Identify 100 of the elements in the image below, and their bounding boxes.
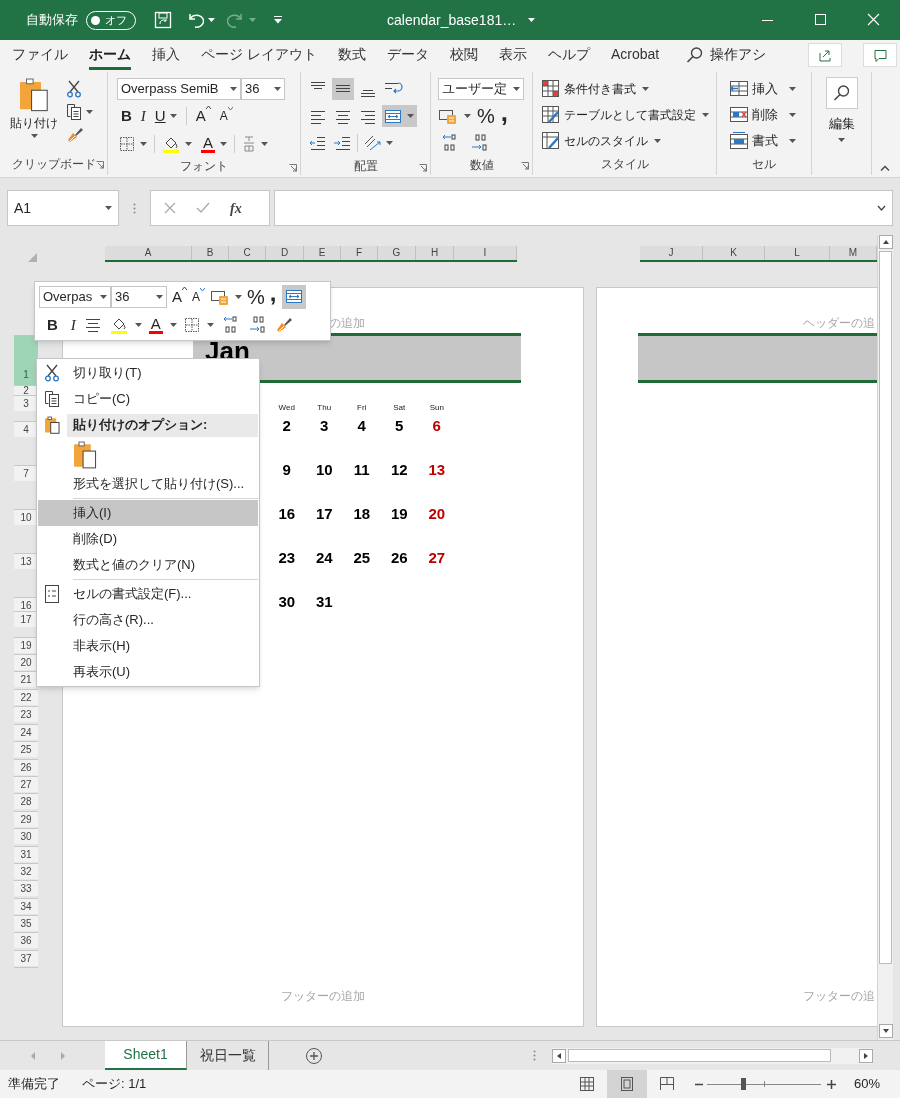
caret-icon[interactable] bbox=[156, 295, 163, 299]
row-header[interactable]: 1 bbox=[14, 335, 38, 385]
row-header[interactable]: 28 bbox=[14, 794, 38, 810]
name-box[interactable]: A1 bbox=[7, 190, 119, 226]
page-layout-view-icon[interactable] bbox=[620, 1077, 633, 1091]
caret-icon[interactable] bbox=[208, 18, 215, 22]
scroll-right-icon[interactable] bbox=[859, 1048, 873, 1063]
caret-icon[interactable] bbox=[86, 110, 93, 114]
column-header[interactable]: G bbox=[378, 246, 416, 260]
menu-item[interactable]: 再表示(U) bbox=[38, 659, 258, 685]
font-name-field[interactable]: Overpas bbox=[39, 286, 111, 308]
scroll-up-icon[interactable] bbox=[878, 235, 893, 249]
row-header[interactable]: 4 bbox=[14, 422, 38, 437]
caret-icon[interactable] bbox=[528, 18, 536, 22]
menu-item[interactable]: セルの書式設定(F)... bbox=[38, 581, 258, 607]
column-header[interactable]: J bbox=[640, 246, 703, 260]
search-icon[interactable] bbox=[686, 45, 705, 64]
caret-icon[interactable] bbox=[185, 142, 192, 146]
caret-icon[interactable] bbox=[140, 142, 147, 146]
column-header[interactable]: E bbox=[304, 246, 341, 260]
row-header[interactable]: 3 bbox=[14, 396, 38, 411]
caret-icon[interactable] bbox=[230, 87, 237, 91]
horizontal-scrollbar[interactable] bbox=[552, 1047, 873, 1064]
decrease-decimal-icon[interactable] bbox=[247, 315, 268, 335]
menu-item[interactable]: 数式と値のクリア(N) bbox=[38, 552, 258, 578]
row-header[interactable]: 20 bbox=[14, 655, 38, 670]
caret-icon[interactable] bbox=[789, 86, 796, 91]
row-header[interactable]: 21 bbox=[14, 672, 38, 687]
ribbon-tab[interactable]: 校閲 bbox=[449, 43, 478, 70]
accounting-format-icon[interactable] bbox=[438, 107, 458, 125]
caret-icon[interactable] bbox=[235, 295, 243, 299]
conditional-format-icon[interactable] bbox=[541, 78, 561, 99]
copy-icon[interactable] bbox=[66, 103, 82, 121]
cells-menu-button[interactable]: 挿入 bbox=[729, 77, 811, 100]
style-menu-button[interactable]: セルのスタイル bbox=[541, 129, 716, 152]
page-break-view-icon[interactable] bbox=[659, 1077, 674, 1091]
menu-item[interactable]: 行の高さ(R)... bbox=[38, 607, 258, 633]
ribbon-tab[interactable]: Acrobat bbox=[610, 43, 660, 70]
customize-icon[interactable] bbox=[274, 16, 282, 24]
expand-icon[interactable] bbox=[877, 205, 886, 211]
dialog-launcher-icon[interactable] bbox=[96, 161, 104, 169]
ribbon-tab[interactable]: 数式 bbox=[337, 43, 366, 70]
ribbon-tab[interactable]: ヘルプ bbox=[547, 43, 590, 70]
row-header[interactable]: 17 bbox=[14, 612, 38, 627]
insert-cells-icon[interactable] bbox=[729, 78, 749, 99]
row-header[interactable]: 35 bbox=[14, 916, 38, 932]
scissors-icon[interactable] bbox=[66, 80, 82, 98]
menu-item[interactable]: 非表示(H) bbox=[38, 633, 258, 659]
fill-color-icon[interactable] bbox=[162, 135, 180, 153]
scroll-down-icon[interactable] bbox=[878, 1024, 893, 1038]
column-header[interactable]: D bbox=[266, 246, 304, 260]
underline-button[interactable]: U bbox=[154, 104, 166, 128]
caret-icon[interactable] bbox=[407, 114, 414, 118]
paste-option-icon[interactable] bbox=[73, 440, 97, 469]
delete-cells-icon[interactable] bbox=[729, 104, 749, 125]
comment-icon[interactable] bbox=[863, 43, 898, 67]
column-header[interactable]: C bbox=[229, 246, 266, 260]
font-color-button[interactable]: A bbox=[201, 135, 215, 153]
caret-icon[interactable] bbox=[220, 142, 227, 146]
copy-icon[interactable] bbox=[44, 390, 60, 408]
sheet-tab[interactable]: Sheet1 bbox=[105, 1041, 187, 1070]
comma-style-button[interactable]: , bbox=[269, 285, 277, 309]
menu-item[interactable]: コピー(C) bbox=[38, 386, 258, 412]
column-header[interactable]: F bbox=[341, 246, 378, 260]
font-name-field[interactable]: Overpass SemiB bbox=[117, 78, 241, 100]
menu-item[interactable]: 切り取り(T) bbox=[38, 360, 258, 386]
add-sheet-icon[interactable] bbox=[305, 1046, 323, 1065]
scroll-left-icon[interactable] bbox=[552, 1048, 566, 1063]
shrink-font-button[interactable]: A bbox=[192, 288, 206, 306]
caret-up-icon[interactable] bbox=[182, 285, 187, 290]
column-header[interactable]: B bbox=[192, 246, 229, 260]
caret-up-icon[interactable] bbox=[205, 104, 211, 109]
row-header[interactable]: 36 bbox=[14, 933, 38, 949]
collapse-ribbon-icon[interactable] bbox=[880, 165, 890, 171]
caret-icon[interactable] bbox=[386, 141, 393, 145]
bold-button[interactable]: B bbox=[121, 104, 132, 128]
style-menu-button[interactable]: 条件付き書式 bbox=[541, 77, 716, 100]
vertical-scrollbar[interactable] bbox=[877, 235, 893, 1040]
ribbon-tab[interactable]: 挿入 bbox=[152, 43, 180, 70]
ribbon-tab[interactable]: ファイル bbox=[12, 43, 68, 70]
formula-input[interactable] bbox=[274, 190, 893, 226]
grow-font-button[interactable]: A bbox=[172, 285, 187, 309]
menu-item[interactable]: 挿入(I) bbox=[38, 500, 258, 526]
more-icon[interactable] bbox=[133, 202, 136, 214]
cell-style-icon[interactable] bbox=[541, 130, 561, 151]
column-header[interactable]: M bbox=[830, 246, 877, 260]
caret-icon[interactable] bbox=[789, 138, 796, 143]
row-header[interactable]: 19 bbox=[14, 638, 38, 653]
row-header[interactable]: 16 bbox=[14, 598, 38, 611]
style-menu-button[interactable]: テーブルとして書式設定 bbox=[541, 103, 716, 126]
caret-icon[interactable] bbox=[30, 134, 38, 138]
clipboard-icon[interactable] bbox=[44, 416, 60, 434]
row-header[interactable]: 7 bbox=[14, 466, 38, 481]
row-header[interactable]: 2 bbox=[14, 386, 38, 395]
search-icon[interactable] bbox=[832, 84, 851, 102]
italic-button[interactable]: I bbox=[70, 313, 76, 337]
font-size-field[interactable]: 36 bbox=[111, 286, 167, 308]
row-header[interactable]: 25 bbox=[14, 742, 38, 758]
caret-icon[interactable] bbox=[134, 323, 142, 327]
number-format-field[interactable]: ユーザー定 bbox=[438, 78, 524, 100]
